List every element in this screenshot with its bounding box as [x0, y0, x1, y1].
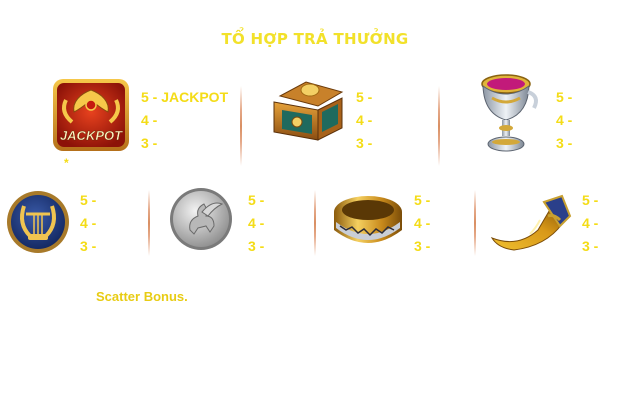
- pay-3: 3 -: [80, 238, 97, 254]
- pay-5: 5 -: [556, 89, 573, 105]
- pay-5: 5 - JACKPOT: [141, 89, 229, 105]
- paytable-horn: 5 - 4 - 3 -: [582, 189, 598, 258]
- pay-4: 4 -: [141, 112, 158, 128]
- paytable-pegasus: 5 - 4 - 3 -: [248, 189, 264, 258]
- pay-4: 4 -: [356, 112, 373, 128]
- pay-4: 4 -: [582, 215, 599, 231]
- gold-ring-icon: [330, 190, 406, 256]
- divider: [474, 190, 476, 256]
- pay-3: 3 -: [582, 238, 599, 254]
- lyre-coin-icon: [4, 184, 72, 256]
- footnote-marker: *: [64, 156, 69, 170]
- divider: [148, 190, 150, 256]
- rules-line-2: Scatter Bonus.: [18, 286, 618, 307]
- pay-5: 5 -: [414, 192, 431, 208]
- pay-5: 5 -: [582, 192, 599, 208]
- divider: [314, 190, 316, 256]
- paytable-chalice: 5 - 4 - 3 -: [556, 86, 572, 155]
- pay-3: 3 -: [356, 135, 373, 151]
- divider: [438, 86, 440, 166]
- pay-4: 4 -: [414, 215, 431, 231]
- horn-icon: [490, 194, 572, 254]
- pay-3: 3 -: [141, 135, 158, 151]
- pay-3: 3 -: [248, 238, 265, 254]
- pay-3: 3 -: [414, 238, 431, 254]
- jackpot-badge: JACKPOT: [59, 128, 123, 143]
- pay-4: 4 -: [80, 215, 97, 231]
- pay-5: 5 -: [356, 89, 373, 105]
- pay-3: 3 -: [556, 135, 573, 151]
- pay-4: 4 -: [248, 215, 265, 231]
- paytable-jackpot: 5 - JACKPOT 4 - 3 -: [141, 86, 228, 155]
- pay-4: 4 -: [556, 112, 573, 128]
- rules-description: Scatter Bonus.: [18, 286, 618, 307]
- paytable-ring: 5 - 4 - 3 -: [414, 189, 430, 258]
- silver-chalice-icon: [472, 72, 542, 158]
- paytable-chest: 5 - 4 - 3 -: [356, 86, 372, 155]
- scatter-bonus-label: Scatter Bonus.: [96, 289, 188, 304]
- pay-5: 5 -: [80, 192, 97, 208]
- treasure-chest-icon: [266, 80, 348, 144]
- pegasus-coin-icon: [168, 186, 234, 252]
- page-title: TỔ HỢP TRẢ THƯỞNG: [221, 30, 409, 48]
- pay-5: 5 -: [248, 192, 265, 208]
- divider: [240, 86, 242, 166]
- paytable-lyre: 5 - 4 - 3 -: [80, 189, 96, 258]
